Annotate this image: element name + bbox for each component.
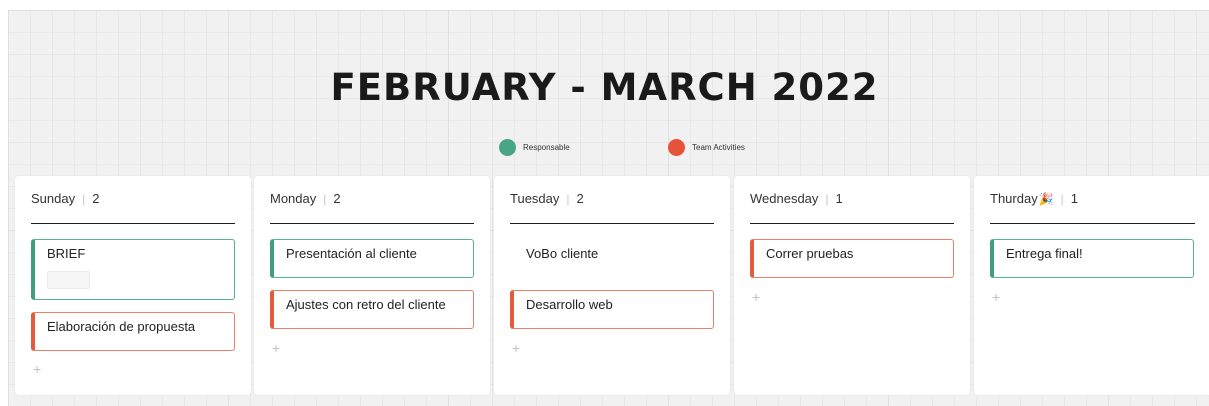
card[interactable]: Entrega final! [990,239,1194,278]
column-separator: | [566,192,570,206]
card-title: Ajustes con retro del cliente [286,297,446,312]
card[interactable]: Desarrollo web [510,290,714,329]
column-card-count: 2 [92,191,100,206]
column-thursday: Thurday🎉 | 1 Entrega final! + [974,176,1209,395]
column-header: Monday | 2 [270,191,474,224]
add-card-button[interactable]: + [752,289,760,305]
column-header: Thurday🎉 | 1 [990,191,1195,224]
column-separator: | [825,192,829,206]
add-card-button[interactable]: + [992,289,1000,305]
card[interactable]: BRIEF [31,239,235,300]
card-input-field[interactable] [47,271,90,289]
legend-label: Responsable [523,143,570,152]
column-day-label: Tuesday [510,191,560,206]
page-title: FEBRUARY - MARCH 2022 [330,66,879,109]
add-card-button[interactable]: + [512,340,520,356]
card-title: Desarrollo web [526,297,613,312]
card[interactable]: Correr pruebas [750,239,954,278]
column-separator: | [323,192,327,206]
card-title: Elaboración de propuesta [47,319,196,334]
column-day-label: Thurday [990,191,1038,206]
column-separator: | [1060,192,1064,206]
legend-label: Team Activities [692,143,745,152]
card-title: Correr pruebas [766,246,854,261]
column-day-label: Sunday [31,191,76,206]
add-card-button[interactable]: + [33,361,41,377]
party-popper-icon: 🎉 [1038,192,1054,206]
column-card-count: 2 [333,191,341,206]
legend-dot-icon [499,139,516,156]
legend-item-team-activities: Team Activities [668,139,745,156]
column-header: Wednesday | 1 [750,191,954,224]
card[interactable]: Ajustes con retro del cliente [270,290,474,329]
column-day-label: Wednesday [750,191,819,206]
card[interactable]: Presentación al cliente [270,239,474,278]
add-card-button[interactable]: + [272,340,280,356]
column-card-count: 1 [1070,191,1079,206]
column-card-count: 1 [835,191,843,206]
column-sunday: Sunday | 2 BRIEF Elaboración de propuesta … [15,176,251,395]
card-title: BRIEF [47,246,86,261]
column-wednesday: Wednesday | 1 Correr pruebas + [734,176,970,395]
card-title: VoBo cliente [526,246,599,261]
column-day-label: Monday [270,191,317,206]
column-separator: | [82,192,86,206]
column-card-count: 2 [576,191,584,206]
column-tuesday: Tuesday | 2 VoBo cliente Desarrollo web + [494,176,730,395]
legend-item-responsable: Responsable [499,139,570,156]
card[interactable]: VoBo cliente [510,239,714,278]
card-title: Entrega final! [1006,246,1083,261]
column-monday: Monday | 2 Presentación al cliente Ajustes… [254,176,490,395]
column-header: Tuesday | 2 [510,191,714,224]
legend-dot-icon [668,139,685,156]
card-title: Presentación al cliente [286,246,417,261]
column-header: Sunday | 2 [31,191,235,224]
card[interactable]: Elaboración de propuesta [31,312,235,351]
